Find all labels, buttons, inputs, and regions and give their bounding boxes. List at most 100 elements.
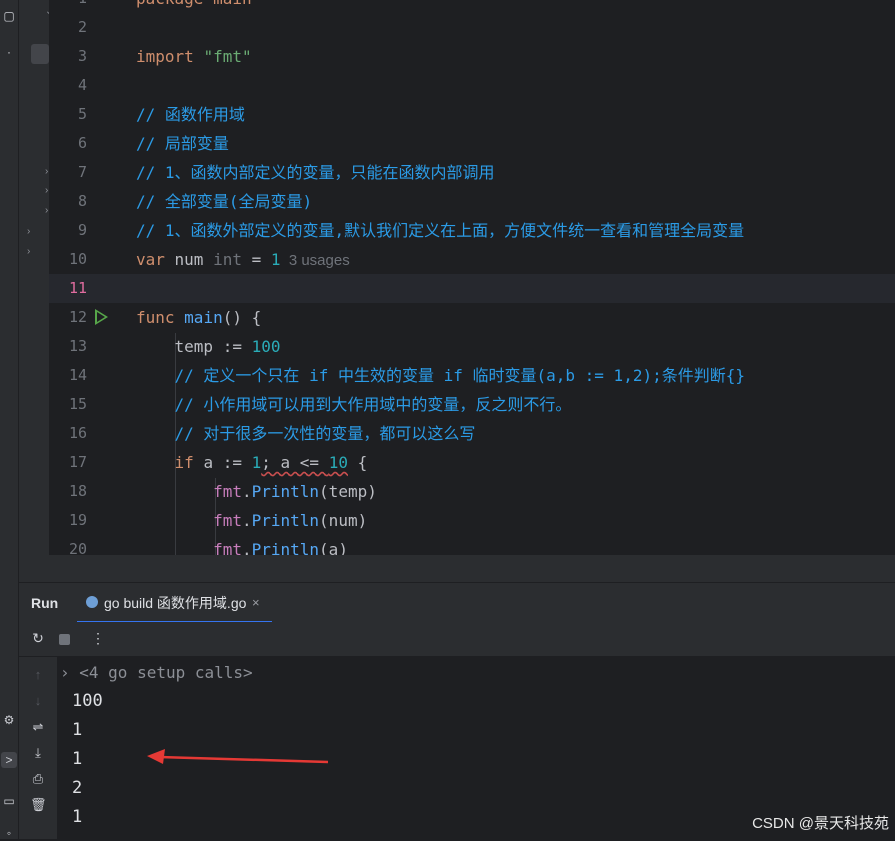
close-icon[interactable]: × [252,583,260,623]
code-line[interactable]: 4 [49,71,895,100]
code-token: // 小作用域可以用到大作用域中的变量，反之则不行。 [136,395,572,414]
more-tools-icon[interactable]: · [1,44,17,60]
code-line[interactable]: 10 var num int = 1 3 usages [49,245,895,274]
code-line[interactable]: 12 func main() { [49,303,895,332]
line-number: 12 [68,308,87,326]
code-text: var num int = 1 3 usages [136,245,350,275]
code-line[interactable]: 9 // 1、函数外部定义的变量,默认我们定义在上面，方便文件统一查看和管理全局变… [49,216,895,245]
code-text: fmt.Println(temp) [136,477,377,506]
line-number: 17 [68,453,87,471]
code-line[interactable]: 5 // 函数作用域 [49,100,895,129]
code-editor[interactable]: 1 package main 2 3 import "fmt" 4 5 // 函数作用域 6 //… [49,0,895,555]
code-token: () { [222,308,262,327]
code-line[interactable]: 11 [49,274,895,303]
code-line[interactable]: 20 fmt.Println(a) [49,535,895,555]
code-line[interactable]: 1 package main [49,0,895,13]
code-line[interactable]: 18 fmt.Println(temp) [49,477,895,506]
code-line[interactable]: 17 if a := 1; a <= 10 { [49,448,895,477]
code-line[interactable]: 16 // 对于很多一次性的变量，都可以这么写 [49,419,895,448]
go-file-icon [86,596,98,608]
code-token: package main [136,0,252,8]
run-tab-label: go build 函数作用域.go [104,595,247,611]
code-line[interactable]: 15 // 小作用域可以用到大作用域中的变量，反之则不行。 [49,390,895,419]
code-token: num [174,250,214,269]
run-tool-icon[interactable]: > [1,752,17,768]
chevron-right-icon[interactable]: › [27,246,30,257]
code-token: import [136,47,204,66]
code-line[interactable]: 19 fmt.Println(num) [49,506,895,535]
line-number: 6 [77,134,87,152]
code-line[interactable]: 6 // 局部变量 [49,129,895,158]
structure-icon[interactable]: ▢ [1,8,17,24]
code-token: "fmt" [203,47,252,66]
soft-wrap-icon[interactable]: ⇌ [30,719,46,735]
line-number: 5 [77,105,87,123]
red-arrow-annotation [147,749,329,764]
code-token: // 1、函数外部定义的变量,默认我们定义在上面，方便文件统一查看和管理全局变量 [136,221,745,240]
arrow-down-icon[interactable]: ↓ [30,693,46,709]
code-text: func main() { [136,303,261,332]
line-number: 10 [68,250,87,268]
code-token: var [136,250,175,269]
run-panel-title: Run [31,595,59,611]
run-gutter-icon[interactable] [95,309,108,325]
trash-icon[interactable]: 🗑 [30,797,47,813]
code-token: int [213,250,252,269]
terminal-icon[interactable]: ▭ [1,793,17,809]
more-options-icon[interactable]: ⋮ [90,630,106,646]
selected-tree-node[interactable] [31,44,49,64]
code-text: temp := 100 [136,332,281,361]
code-token: 100 [251,337,281,356]
line-number: 20 [68,540,87,555]
code-text: import "fmt" [136,42,252,71]
code-text: package main [136,0,252,13]
code-line[interactable]: 14 // 定义一个只在 if 中生效的变量 if 临时变量(a,b := 1,… [49,361,895,390]
code-line[interactable]: 2 [49,13,895,42]
code-token: Println [251,482,320,501]
code-token: = [251,250,271,269]
code-text: // 对于很多一次性的变量，都可以这么写 [136,419,476,448]
code-token: Println [251,511,320,530]
setup-calls-fold[interactable]: › <4 go setup calls> [60,658,253,687]
chevron-right-icon[interactable]: › [45,205,48,216]
code-line[interactable]: 13 temp := 100 [49,332,895,361]
code-text: if a := 1; a <= 10 { [136,448,368,477]
code-token: // 局部变量 [136,134,229,153]
code-token: 1 [270,250,281,269]
chevron-right-icon[interactable]: › [45,185,48,196]
code-token: // 对于很多一次性的变量，都可以这么写 [136,424,476,443]
code-line[interactable]: 3 import "fmt" [49,42,895,71]
run-config-tab[interactable]: go build 函数作用域.go × [77,583,272,623]
code-token: // 定义一个只在 if 中生效的变量 if 临时变量(a,b := 1,2);… [136,366,745,385]
code-token: { [347,453,368,472]
chevron-right-icon[interactable]: › [27,226,30,237]
watermark: CSDN @景天科技苑 [752,815,889,832]
line-number: 16 [68,424,87,442]
line-number: 4 [77,76,87,94]
code-text: // 局部变量 [136,129,229,158]
chevron-right-icon[interactable]: › [45,166,48,177]
code-token: temp := [136,337,252,356]
code-token: . [241,482,252,501]
scroll-to-end-icon[interactable]: ⤓ [30,745,46,761]
line-number: 18 [68,482,87,500]
line-number: 13 [68,337,87,355]
code-line[interactable]: 7 // 1、函数内部定义的变量，只能在函数内部调用 [49,158,895,187]
services-icon[interactable]: ⚙ [1,712,17,728]
code-token: 10 [328,453,348,472]
code-text: fmt.Println(a) [136,535,348,555]
code-line[interactable]: 8 // 全部变量(全局变量) [49,187,895,216]
code-text: // 小作用域可以用到大作用域中的变量，反之则不行。 [136,390,572,419]
code-token: if [136,453,204,472]
code-token: ; a <= [261,453,329,472]
rerun-icon[interactable]: ↻ [30,630,46,646]
arrow-up-icon[interactable]: ↑ [30,667,46,683]
code-token: fmt [136,482,242,501]
line-number: 8 [77,192,87,210]
stop-icon[interactable] [59,634,70,645]
line-number: 15 [68,395,87,413]
tool-window-strip: ▢ · ⚙ > ▭ ◦ [0,0,19,840]
code-token: (temp) [319,482,377,501]
code-token: fmt [136,540,242,555]
print-icon[interactable]: ⎙ [30,771,46,787]
